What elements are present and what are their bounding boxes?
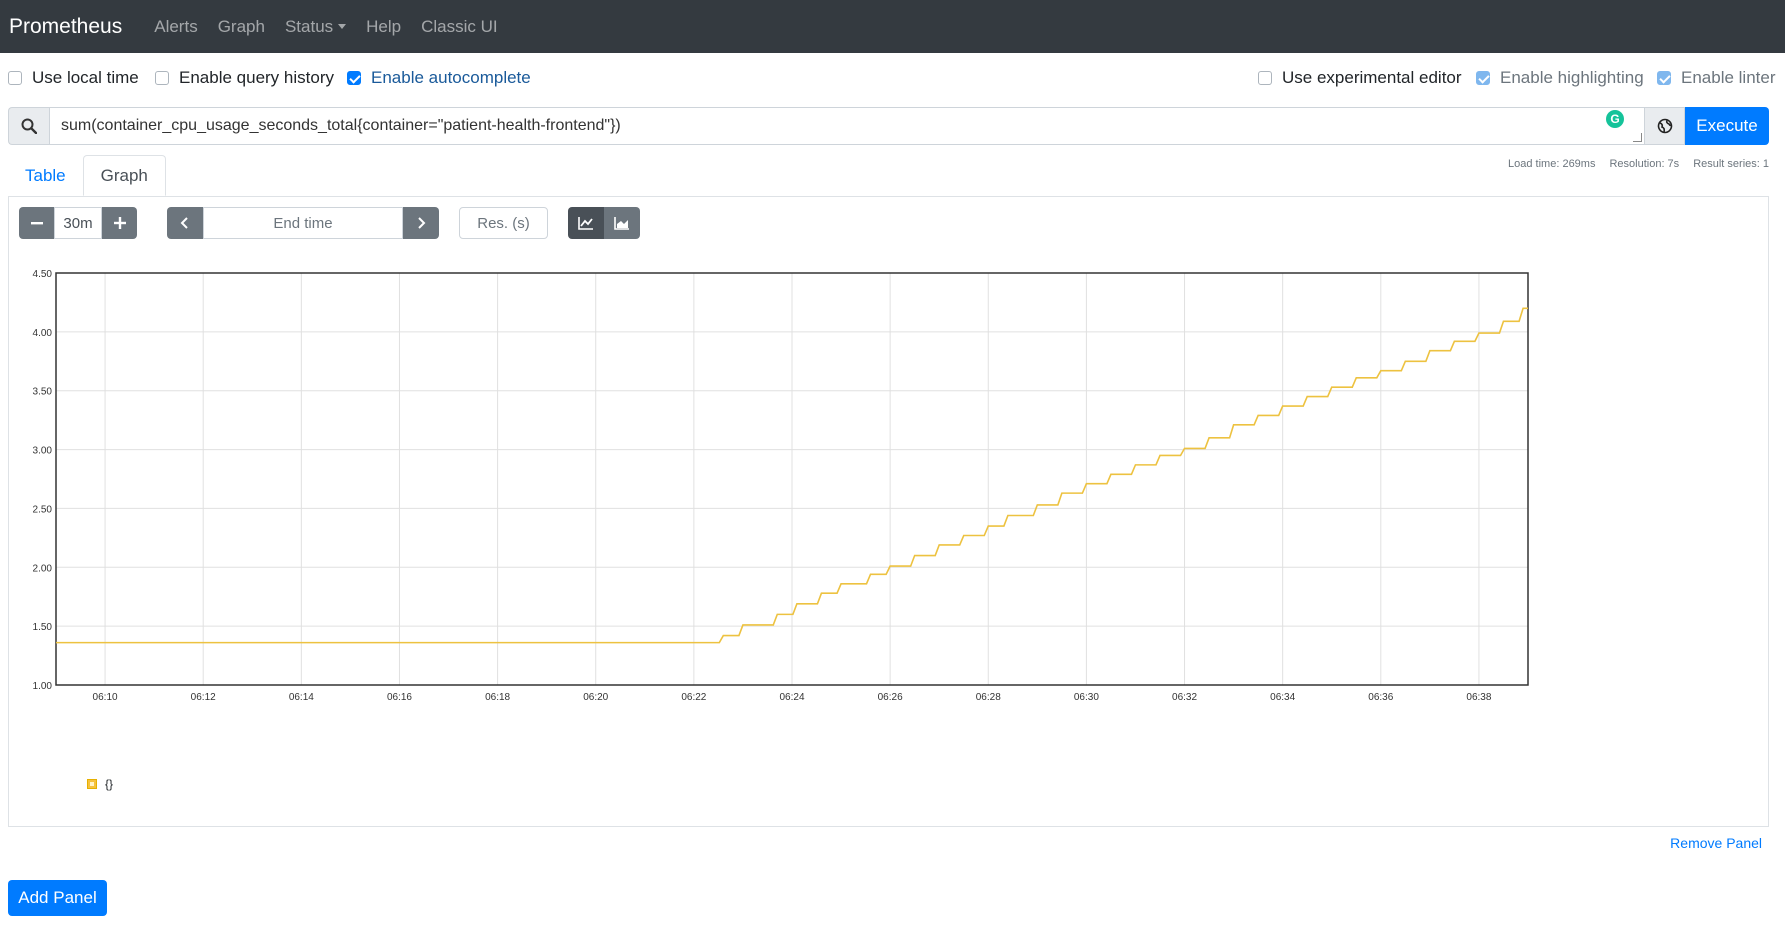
y-tick-label: 2.00 <box>33 563 53 574</box>
line-chart-icon <box>578 217 593 230</box>
x-tick-label: 06:22 <box>681 692 706 703</box>
nav-link-classic-ui[interactable]: Classic UI <box>421 17 498 37</box>
load-time: Load time: 269ms <box>1508 158 1596 170</box>
expression-text: sum(container_cpu_usage_seconds_total{co… <box>61 117 621 134</box>
search-icon <box>8 107 49 145</box>
x-tick-label: 06:34 <box>1270 692 1295 703</box>
area-chart-icon <box>614 217 629 230</box>
linter-option[interactable]: Enable linter <box>1657 68 1776 88</box>
y-tick-label: 2.50 <box>33 504 53 515</box>
nav-link-alerts[interactable]: Alerts <box>154 17 197 37</box>
caret-down-icon <box>338 24 347 29</box>
experimental-editor-option[interactable]: Use experimental editor <box>1258 68 1462 88</box>
query-history-checkbox[interactable] <box>155 71 169 85</box>
query-row: sum(container_cpu_usage_seconds_total{co… <box>8 107 1769 145</box>
y-tick-label: 1.50 <box>33 622 53 633</box>
x-tick-label: 06:18 <box>485 692 510 703</box>
legend-swatch <box>87 779 97 789</box>
nav-link-status-label: Status <box>284 16 334 36</box>
panel-tabs: Table Graph <box>8 155 166 196</box>
highlighting-label: Enable highlighting <box>1500 68 1644 87</box>
time-series-chart[interactable]: 1.00 1.50 2.00 2.50 3.00 3.50 4.00 4.50 06:10 06:… <box>9 249 1768 719</box>
resolution-stat: Resolution: 7s <box>1609 158 1680 170</box>
end-time-input[interactable]: End time <box>203 207 403 239</box>
x-tick-label: 06:12 <box>191 692 216 703</box>
highlighting-option[interactable]: Enable highlighting <box>1476 68 1644 88</box>
chevron-right-icon <box>418 217 426 229</box>
x-tick-label: 06:36 <box>1368 692 1393 703</box>
navbar: Prometheus Alerts Graph Status Help Clas… <box>0 0 1785 53</box>
options-row: Use local time Enable query history Enab… <box>0 68 1785 90</box>
grammarly-icon[interactable]: G <box>1606 110 1624 128</box>
tab-graph[interactable]: Graph <box>82 155 166 196</box>
add-panel-button[interactable]: Add Panel <box>8 880 107 916</box>
graph-panel: 30m End time Res. (s) 1.00 1.50 2.00 2.50 3.… <box>8 196 1769 827</box>
use-local-time-label: Use local time <box>32 68 139 87</box>
y-tick-label: 4.00 <box>33 328 53 339</box>
next-time-button[interactable] <box>403 207 439 239</box>
x-tick-label: 06:28 <box>976 692 1001 703</box>
x-tick-label: 06:32 <box>1172 692 1197 703</box>
experimental-editor-label: Use experimental editor <box>1282 68 1462 87</box>
linter-checkbox[interactable] <box>1657 71 1671 85</box>
legend-label: {} <box>105 777 114 791</box>
x-tick-label: 06:26 <box>878 692 903 703</box>
y-tick-label: 4.50 <box>33 269 53 280</box>
autocomplete-checkbox[interactable] <box>347 71 361 85</box>
use-local-time-option[interactable]: Use local time <box>8 68 139 88</box>
y-tick-label: 3.00 <box>33 446 53 457</box>
x-tick-label: 06:30 <box>1074 692 1099 703</box>
brand-logo[interactable]: Prometheus <box>9 15 122 39</box>
linter-label: Enable linter <box>1681 68 1776 87</box>
remove-panel-link[interactable]: Remove Panel <box>1670 835 1762 851</box>
minus-icon <box>30 222 43 225</box>
x-tick-label: 06:10 <box>93 692 118 703</box>
x-tick-label: 06:20 <box>583 692 608 703</box>
x-tick-label: 06:38 <box>1466 692 1491 703</box>
chevron-left-icon <box>180 217 188 229</box>
metrics-explorer-globe-icon[interactable] <box>1645 107 1685 145</box>
nav-link-help[interactable]: Help <box>366 17 401 37</box>
use-local-time-checkbox[interactable] <box>8 71 22 85</box>
result-series-stat: Result series: 1 <box>1693 158 1769 170</box>
autocomplete-label: Enable autocomplete <box>371 68 531 87</box>
resolution-input[interactable]: Res. (s) <box>459 207 548 239</box>
experimental-editor-checkbox[interactable] <box>1258 71 1272 85</box>
nav-link-graph[interactable]: Graph <box>218 17 265 37</box>
increase-range-button[interactable] <box>102 207 137 239</box>
tab-table[interactable]: Table <box>8 155 83 196</box>
execute-button[interactable]: Execute <box>1685 107 1769 145</box>
unstacked-chart-button[interactable] <box>568 207 604 239</box>
query-history-option[interactable]: Enable query history <box>155 68 334 88</box>
query-stats: Load time: 269ms Resolution: 7s Result s… <box>1508 158 1769 170</box>
plus-icon <box>113 217 126 229</box>
resize-handle-icon[interactable] <box>1633 133 1642 142</box>
autocomplete-option[interactable]: Enable autocomplete <box>347 68 531 88</box>
y-tick-label: 3.50 <box>33 387 53 398</box>
previous-time-button[interactable] <box>167 207 203 239</box>
expression-input[interactable]: sum(container_cpu_usage_seconds_total{co… <box>49 107 1645 145</box>
nav-link-status[interactable]: Status <box>284 16 347 37</box>
stacked-chart-button[interactable] <box>604 207 640 239</box>
legend-item[interactable]: {} <box>87 777 113 791</box>
x-tick-label: 06:24 <box>779 692 804 703</box>
highlighting-checkbox[interactable] <box>1476 71 1490 85</box>
range-input[interactable]: 30m <box>54 207 102 239</box>
x-tick-label: 06:14 <box>289 692 314 703</box>
decrease-range-button[interactable] <box>19 207 54 239</box>
query-history-label: Enable query history <box>179 68 334 87</box>
x-tick-label: 06:16 <box>387 692 412 703</box>
y-tick-label: 1.00 <box>33 681 53 692</box>
